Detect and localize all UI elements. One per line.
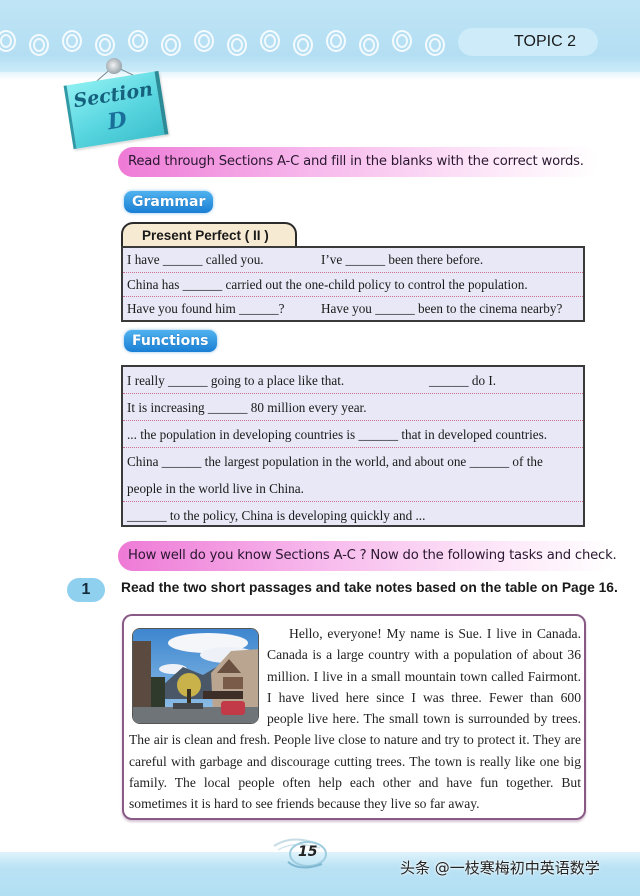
row-text: I really ______ going to a place like th… [127, 373, 345, 388]
row-text: ... the population in developing countri… [127, 427, 548, 442]
functions-table: I really ______ going to a place like th… [121, 365, 585, 527]
table-row: ______ to the policy, China is developin… [123, 502, 583, 529]
section-sign-board: Section D [63, 70, 169, 150]
row-text: Have you found him ______? [127, 301, 285, 317]
tasks-instruction: How well do you know Sections A-C ? Now … [118, 541, 617, 571]
passage-box: Hello, everyone! My name is Sue. I live … [122, 614, 586, 820]
table-row: China has ______ carried out the one-chi… [123, 273, 583, 298]
pin-icon [106, 58, 122, 74]
table-row: China ______ the largest population in t… [123, 448, 583, 502]
ring-decoration-icon [161, 34, 181, 56]
grammar-tag: Grammar [124, 191, 214, 213]
task-instruction: Read the two short passages and take not… [121, 580, 618, 595]
topic-label: TOPIC 2 [458, 28, 598, 56]
row-text-col2: I’ve ______ been there before. [321, 252, 484, 267]
ring-decoration-icon [326, 30, 346, 52]
ring-decoration-icon [95, 34, 115, 56]
ring-decoration-icon [194, 30, 214, 52]
review-instruction: Read through Sections A-C and fill in th… [118, 147, 598, 177]
grammar-table: I have ______ called you. I’ve ______ be… [121, 246, 585, 322]
table-row: ... the population in developing countri… [123, 421, 583, 448]
table-row: It is increasing ______ 80 million every… [123, 394, 583, 421]
row-text: China ______ the largest population in t… [127, 454, 543, 469]
ring-decoration-icon [29, 34, 49, 56]
table-row: Have you found him ______? Have you ____… [123, 297, 583, 322]
section-sign: Section D [60, 56, 190, 150]
ring-decoration-icon [293, 34, 313, 56]
table-row: I really ______ going to a place like th… [123, 367, 583, 394]
grammar-table-title: Present Perfect ( II ) [121, 222, 297, 248]
ring-decoration-icon [62, 30, 82, 52]
ring-decoration-icon [0, 30, 16, 52]
passage-text: Hello, everyone! My name is Sue. I live … [129, 623, 581, 815]
row-text-col2: ______ do I. [429, 373, 497, 388]
row-text: It is increasing ______ 80 million every… [127, 400, 367, 415]
ring-decoration-icon [425, 34, 445, 56]
ring-decoration-icon [128, 30, 148, 52]
row-text-col2: Have you ______ been to the cinema nearb… [321, 301, 563, 317]
page-number-badge: 15 [222, 834, 342, 874]
row-text-continued: people in the world live in China. [127, 481, 304, 496]
row-text: ______ to the policy, China is developin… [127, 508, 426, 523]
ring-decoration-icon [359, 34, 379, 56]
swirl-icon [273, 838, 327, 869]
table-row: I have ______ called you. I’ve ______ be… [123, 248, 583, 273]
ring-decoration-icon [260, 30, 280, 52]
task-number-badge: 1 [67, 578, 105, 602]
functions-tag: Functions [124, 330, 217, 352]
ring-decoration-icon [392, 30, 412, 52]
row-text: China has ______ carried out the one-chi… [127, 276, 528, 292]
row-text: I have ______ called you. [127, 252, 264, 267]
ring-decoration-icon [227, 34, 247, 56]
page-number: 15 [298, 844, 318, 860]
watermark-text: 头条 @一枝寒梅初中英语数学 [400, 859, 600, 877]
